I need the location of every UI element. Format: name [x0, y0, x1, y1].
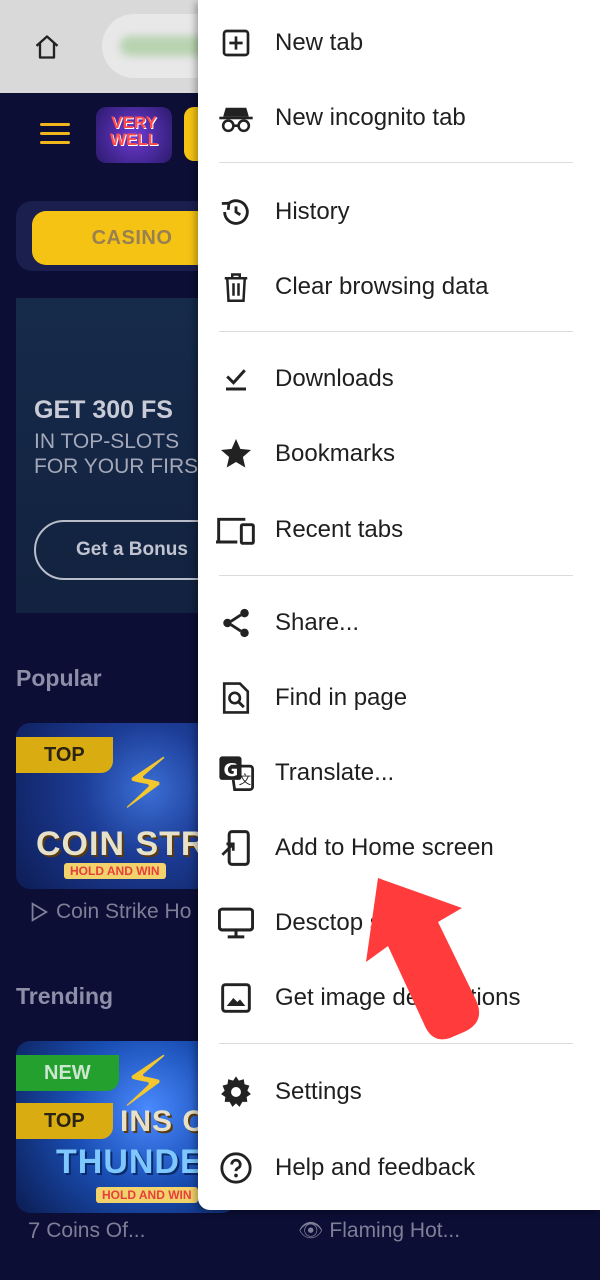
- menu-divider: [219, 331, 573, 332]
- star-icon: [216, 434, 256, 474]
- menu-item-translate[interactable]: G文 Translate...: [198, 735, 600, 810]
- menu-label: Downloads: [275, 364, 394, 392]
- menu-label: Clear browsing data: [275, 272, 489, 300]
- find-in-page-icon: [216, 678, 256, 718]
- menu-label: Add to Home screen: [275, 833, 494, 861]
- red-arrow-annotation: [366, 878, 480, 1040]
- add-to-home-icon: [216, 828, 256, 868]
- new-badge: NEW: [16, 1055, 119, 1091]
- lightning-icon: ⚡: [121, 745, 171, 823]
- svg-text:文: 文: [239, 772, 252, 787]
- banner-subtitle: IN TOP-SLOTS: [34, 430, 180, 453]
- download-check-icon: [216, 359, 256, 399]
- incognito-icon: [216, 98, 256, 138]
- share-icon: [216, 603, 256, 643]
- menu-divider: [219, 575, 573, 576]
- play-icon: [31, 902, 49, 922]
- top-badge: TOP: [16, 1103, 113, 1139]
- game-name[interactable]: 7 Coins Of...: [28, 1218, 145, 1244]
- menu-label: Find in page: [275, 683, 408, 711]
- game-art-title: THUNDE: [56, 1143, 204, 1181]
- eye-icon: 👁: [298, 1220, 324, 1242]
- game-art-subtitle: HOLD AND WIN: [64, 863, 166, 879]
- game-name[interactable]: 👁 Flaming Hot...: [298, 1218, 460, 1243]
- menu-item-help-and-feedback[interactable]: Help and feedback: [198, 1130, 600, 1205]
- menu-label: Share...: [275, 608, 360, 636]
- banner-title: GET 300 FS: [34, 396, 173, 424]
- banner-subtitle: FOR YOUR FIRS: [34, 455, 199, 478]
- menu-divider: [219, 162, 573, 163]
- devices-icon: [216, 510, 256, 550]
- hamburger-menu-icon[interactable]: [40, 123, 70, 145]
- site-logo[interactable]: VERY WELL: [96, 107, 172, 163]
- history-icon: [216, 192, 256, 232]
- menu-item-share[interactable]: Share...: [198, 585, 600, 660]
- image-icon: [216, 978, 256, 1018]
- menu-item-new-incognito-tab[interactable]: New incognito tab: [198, 80, 600, 155]
- menu-label: Translate...: [275, 758, 395, 786]
- menu-item-history[interactable]: History: [198, 174, 600, 249]
- menu-item-clear-browsing-data[interactable]: Clear browsing data: [198, 249, 600, 324]
- home-icon: [35, 35, 59, 59]
- translate-icon: G文: [216, 753, 256, 793]
- menu-label: History: [275, 197, 350, 225]
- menu-label: Bookmarks: [275, 439, 396, 467]
- menu-item-new-tab[interactable]: New tab: [198, 5, 600, 80]
- home-button[interactable]: [30, 30, 64, 64]
- game-name[interactable]: Coin Strike Ho: [28, 900, 191, 924]
- menu-label: New tab: [275, 28, 364, 56]
- menu-label: Settings: [275, 1077, 362, 1105]
- section-title-popular: Popular: [16, 665, 102, 691]
- trash-icon: [216, 267, 256, 307]
- menu-label: New incognito tab: [275, 103, 466, 131]
- gear-icon: [216, 1072, 256, 1112]
- section-title-trending: Trending: [16, 983, 114, 1009]
- help-icon: [216, 1148, 256, 1188]
- menu-label: Recent tabs: [275, 515, 404, 543]
- plus-box-icon: [216, 23, 256, 63]
- menu-item-recent-tabs[interactable]: Recent tabs: [198, 492, 600, 567]
- game-art-title: COIN STRI: [36, 825, 217, 863]
- monitor-icon: [216, 903, 256, 943]
- menu-item-bookmarks[interactable]: Bookmarks: [198, 416, 600, 491]
- top-badge: TOP: [16, 737, 113, 773]
- svg-text:G: G: [224, 759, 239, 780]
- menu-item-find-in-page[interactable]: Find in page: [198, 660, 600, 735]
- menu-item-downloads[interactable]: Downloads: [198, 341, 600, 416]
- game-art-subtitle: HOLD AND WIN: [96, 1187, 198, 1203]
- menu-item-settings[interactable]: Settings: [198, 1054, 600, 1129]
- menu-label: Help and feedback: [275, 1153, 476, 1181]
- trend-icon: 7: [28, 1218, 41, 1243]
